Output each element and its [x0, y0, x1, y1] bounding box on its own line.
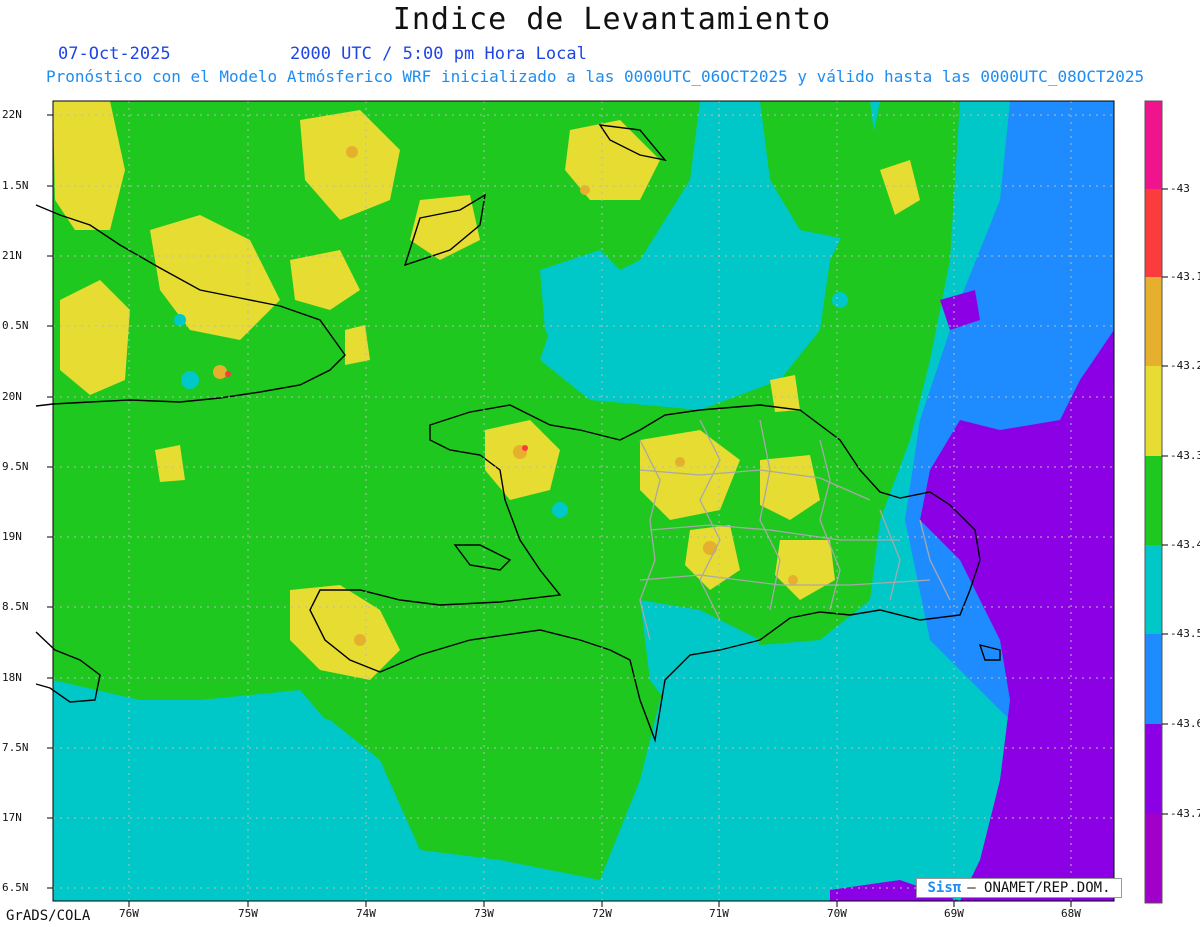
lon-label: 72W: [592, 907, 612, 920]
colorbar-label: -43.7: [1170, 807, 1200, 820]
lon-label: 75W: [238, 907, 258, 920]
lat-label: 6.5N: [2, 881, 29, 894]
software-credit: GrADS/COLA: [6, 908, 91, 924]
colorbar-swatch-3: [1145, 277, 1162, 366]
lat-label: 17N: [2, 811, 22, 824]
colorbar-swatch-8: [1145, 724, 1162, 814]
lon-label: 69W: [944, 907, 964, 920]
credit-text: – ONAMET/REP.DOM.: [967, 880, 1111, 896]
lon-label: 68W: [1061, 907, 1081, 920]
colorbar-swatch-4: [1145, 366, 1162, 456]
lat-label: 8.5N: [2, 600, 29, 613]
lon-label: 73W: [474, 907, 494, 920]
lat-label: 7.5N: [2, 741, 29, 754]
colorbar-label: -43.4: [1170, 538, 1200, 551]
lon-label: 74W: [356, 907, 376, 920]
lat-label: 18N: [2, 671, 22, 684]
lat-label: 19N: [2, 530, 22, 543]
lat-label: 21N: [2, 249, 22, 262]
lifted-index-map: [35, 100, 1168, 907]
lon-label: 70W: [827, 907, 847, 920]
colorbar-swatch-5: [1145, 456, 1162, 545]
lon-label: 76W: [119, 907, 139, 920]
colorbar-label: -43.2: [1170, 359, 1200, 372]
colorbar-label: -43: [1170, 182, 1190, 195]
colorbar-swatch-2: [1145, 189, 1162, 277]
colorbar: [1144, 100, 1168, 904]
lon-label: 71W: [709, 907, 729, 920]
lat-label: 9.5N: [2, 460, 29, 473]
lat-label: 0.5N: [2, 319, 29, 332]
colorbar-label: -43.5: [1170, 627, 1200, 640]
lat-label: 1.5N: [2, 179, 29, 192]
colorbar-swatch-1: [1145, 101, 1162, 189]
lat-label: 22N: [2, 108, 22, 121]
colorbar-label: -43.6: [1170, 717, 1200, 730]
colorbar-swatch-6: [1145, 545, 1162, 634]
lat-label: 20N: [2, 390, 22, 403]
sispi-logo: Sisπ: [927, 880, 962, 896]
colorbar-swatch-9: [1145, 814, 1162, 903]
colorbar-label: -43.1: [1170, 270, 1200, 283]
colorbar-label: -43.3: [1170, 449, 1200, 462]
lifted-index-field: [53, 101, 1114, 901]
colorbar-swatch-7: [1145, 634, 1162, 724]
credit-box: Sisπ – ONAMET/REP.DOM.: [916, 878, 1122, 898]
